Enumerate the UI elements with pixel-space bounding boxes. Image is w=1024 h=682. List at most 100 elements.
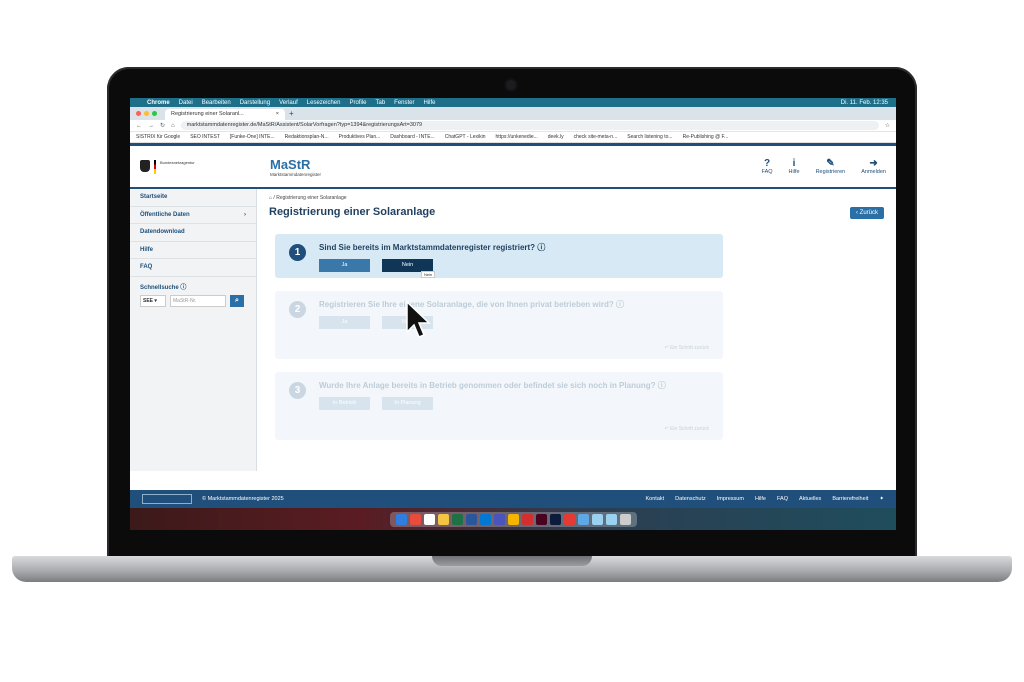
- home-icon[interactable]: ⌂: [171, 123, 175, 129]
- indesign-icon[interactable]: [535, 513, 547, 525]
- footer-link[interactable]: Barrierefreiheit: [832, 496, 868, 502]
- brand-sub: Marktstammdatenregister: [270, 171, 322, 177]
- nav-label: Anmelden: [861, 169, 886, 175]
- bookmark-item[interactable]: SISTRIX für Google: [136, 134, 180, 140]
- star-icon[interactable]: ☆: [885, 122, 890, 129]
- info-icon[interactable]: ⓘ: [180, 285, 186, 291]
- dock: [130, 508, 896, 530]
- menu-item[interactable]: Fenster: [394, 100, 414, 106]
- sidebar-item-oeffentliche-daten[interactable]: Öffentliche Daten ›: [130, 207, 256, 224]
- nav-anmelden[interactable]: ➜ Anmelden: [861, 158, 886, 175]
- excel-icon[interactable]: [451, 513, 463, 525]
- nav-faq[interactable]: ? FAQ: [762, 158, 773, 175]
- question-text: Sind Sie bereits im Marktstammdatenregis…: [319, 243, 536, 252]
- bookmark-item[interactable]: Redaktionsplan-N...: [285, 134, 329, 140]
- folder-icon[interactable]: [591, 513, 603, 525]
- step-question: Wurde Ihre Anlage bereits in Betrieb gen…: [319, 380, 709, 391]
- footer-link[interactable]: Hilfe: [755, 496, 766, 502]
- quick-search-input[interactable]: MaStR-Nr.: [170, 294, 226, 307]
- back-button[interactable]: ‹ Zurück: [849, 207, 884, 219]
- step-back-link[interactable]: ↶ Ein Schritt zurück: [665, 426, 709, 432]
- calendar-icon[interactable]: [423, 513, 435, 525]
- info-icon[interactable]: ⓘ: [537, 243, 545, 252]
- bookmark-item[interactable]: check site-meta-n...: [574, 134, 618, 140]
- menu-item[interactable]: Hilfe: [424, 100, 436, 106]
- sidebar-item-datendownload[interactable]: Datendownload: [130, 224, 256, 242]
- footer-link[interactable]: FAQ: [777, 496, 788, 502]
- reload-icon[interactable]: ↻: [160, 122, 165, 129]
- bookmark-item[interactable]: https://unkenedie...: [496, 134, 538, 140]
- app-icon[interactable]: [577, 513, 589, 525]
- bookmark-item[interactable]: Produktives Plan...: [339, 134, 381, 140]
- acrobat-icon[interactable]: [521, 513, 533, 525]
- menu-item[interactable]: Darstellung: [240, 100, 270, 106]
- mouse-cursor-icon: [406, 300, 431, 338]
- mastr-logo[interactable]: MaStR Marktstammdatenregister: [270, 157, 321, 177]
- bookmark-item[interactable]: SEO INTEST: [190, 134, 220, 140]
- nav-registrieren[interactable]: ✎ Registrieren: [816, 158, 846, 175]
- info-icon: i: [792, 158, 796, 169]
- outlook-icon[interactable]: [479, 513, 491, 525]
- footer-link[interactable]: Datenschutz: [675, 496, 706, 502]
- in-planung-button[interactable]: In Planung: [382, 397, 433, 410]
- bookmark-item[interactable]: ChatGPT - Lexikin: [445, 134, 486, 140]
- close-window-icon[interactable]: [136, 111, 141, 116]
- info-icon[interactable]: ⓘ: [616, 300, 624, 309]
- app-icon[interactable]: [409, 513, 421, 525]
- back-arrow-icon[interactable]: ←: [136, 123, 142, 129]
- chrome-icon[interactable]: [507, 513, 519, 525]
- menu-item[interactable]: Bearbeiten: [202, 100, 231, 106]
- menu-item[interactable]: Verlauf: [279, 100, 298, 106]
- window-controls: [136, 111, 157, 116]
- sidebar-item-faq[interactable]: FAQ: [130, 259, 256, 277]
- search-button[interactable]: ⌕: [230, 294, 244, 307]
- yes-button[interactable]: Ja: [319, 316, 370, 329]
- mac-menu-bar: Chrome Datei Bearbeiten Darstellung Verl…: [130, 98, 896, 107]
- bookmark-item[interactable]: Re-Publishing @ F...: [683, 134, 729, 140]
- home-icon[interactable]: ⌂: [269, 195, 272, 201]
- new-tab-button[interactable]: +: [289, 109, 294, 118]
- quick-search-select[interactable]: SEE ▾: [140, 294, 166, 307]
- bookmark-item[interactable]: Dashboard - INTE...: [390, 134, 434, 140]
- folder-icon[interactable]: [605, 513, 617, 525]
- forward-arrow-icon[interactable]: →: [148, 123, 154, 129]
- step-back-link[interactable]: ↶ Ein Schritt zurück: [665, 345, 709, 351]
- clock[interactable]: Di. 11. Feb. 12:35: [841, 100, 888, 106]
- footer-link[interactable]: Aktuelles: [799, 496, 821, 502]
- sidebar-item-label: Öffentliche Daten: [140, 211, 190, 218]
- menu-item[interactable]: Chrome: [147, 100, 170, 106]
- menu-item[interactable]: Lesezeichen: [307, 100, 341, 106]
- app-icon[interactable]: [563, 513, 575, 525]
- twitter-icon[interactable]: ✦: [879, 496, 884, 502]
- finder-icon[interactable]: [395, 513, 407, 525]
- header-nav: ? FAQ i Hilfe ✎ Registrieren ➜ Anmelden: [762, 158, 886, 175]
- menu-item[interactable]: Tab: [375, 100, 385, 106]
- sidebar-item-hilfe[interactable]: Hilfe: [130, 242, 256, 259]
- nav-hilfe[interactable]: i Hilfe: [789, 158, 800, 175]
- trash-icon[interactable]: [619, 513, 631, 525]
- notes-icon[interactable]: [437, 513, 449, 525]
- teams-icon[interactable]: [493, 513, 505, 525]
- yes-button[interactable]: Ja: [319, 259, 370, 272]
- photoshop-icon[interactable]: [549, 513, 561, 525]
- maximize-window-icon[interactable]: [152, 111, 157, 116]
- minimize-window-icon[interactable]: [144, 111, 149, 116]
- sidebar-item-startseite[interactable]: Startseite: [130, 189, 256, 207]
- word-icon[interactable]: [465, 513, 477, 525]
- browser-tab[interactable]: Registrierung einer Solaranl... ×: [165, 109, 285, 120]
- footer-link[interactable]: Impressum: [717, 496, 744, 502]
- menu-item[interactable]: Profile: [349, 100, 366, 106]
- menu-item[interactable]: Datei: [179, 100, 193, 106]
- tooltip: Nein: [421, 271, 436, 278]
- bookmark-item[interactable]: Search listening to...: [627, 134, 672, 140]
- bookmark-item[interactable]: [Funke-One] INTE...: [230, 134, 275, 140]
- bookmarks-bar: SISTRIX für Google SEO INTEST [Funke-One…: [130, 132, 896, 143]
- close-tab-icon[interactable]: ×: [276, 111, 279, 118]
- url-input[interactable]: marktstammdatenregister.de/MaStR/Assiste…: [180, 121, 879, 130]
- info-icon[interactable]: ⓘ: [658, 381, 666, 390]
- in-betrieb-button[interactable]: In Betrieb: [319, 397, 370, 410]
- government-logo[interactable]: Bundesnetzagentur: [140, 159, 260, 174]
- footer-link[interactable]: Kontakt: [646, 496, 665, 502]
- browser-tab-bar: Registrierung einer Solaranl... × +: [130, 107, 896, 120]
- bookmark-item[interactable]: deek.ly: [548, 134, 564, 140]
